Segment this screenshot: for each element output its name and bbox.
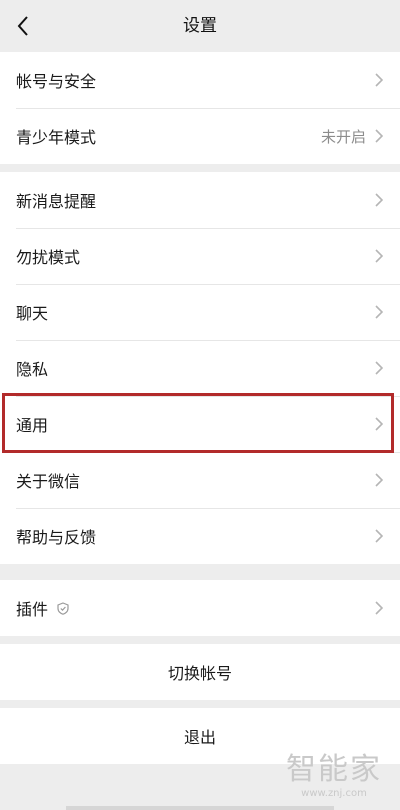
menu-item-label: 新消息提醒 [16,192,97,211]
plugins-group: 插件 [0,580,400,636]
chevron-right-icon [374,303,384,321]
menu-item-label: 插件 [16,600,49,619]
navigation-bar: 设置 [0,0,400,52]
menu-item-privacy[interactable]: 隐私 [0,340,400,396]
menu-item-label: 帮助与反馈 [16,528,97,547]
chevron-right-icon [374,527,384,545]
menu-item-new-message-notification[interactable]: 新消息提醒 [0,172,400,228]
watermark-url: www.znj.com [301,788,367,799]
menu-item-label: 帐号与安全 [16,72,97,91]
switch-account-label: 切换帐号 [167,664,232,683]
chevron-right-icon [374,599,384,617]
watermark-logo: 智能家 www.znj.com [278,752,390,800]
menu-item-account-security[interactable]: 帐号与安全 [0,52,400,108]
teen-mode-status: 未开启 [320,127,366,146]
menu-item-help-feedback[interactable]: 帮助与反馈 [0,508,400,564]
menu-item-label: 勿扰模式 [16,248,81,267]
page-title: 设置 [183,16,217,36]
chevron-right-icon [374,191,384,209]
menu-item-plugins[interactable]: 插件 [0,580,400,636]
settings-group: 新消息提醒 勿扰模式 聊天 隐私 通用 关于微信 帮助与反馈 [0,172,400,564]
menu-item-teen-mode[interactable]: 青少年模式 未开启 [0,108,400,164]
menu-item-about-wechat[interactable]: 关于微信 [0,452,400,508]
menu-item-chat[interactable]: 聊天 [0,284,400,340]
chevron-right-icon [374,415,384,433]
chevron-right-icon [374,71,384,89]
menu-item-label: 隐私 [16,360,49,379]
account-group: 帐号与安全 青少年模式 未开启 [0,52,400,164]
chevron-right-icon [374,471,384,489]
chevron-right-icon [374,127,384,145]
watermark-brand: 智能家 [286,752,382,787]
switch-account-button[interactable]: 切换帐号 [0,644,400,700]
menu-item-label: 青少年模式 [16,128,97,147]
menu-item-label: 聊天 [16,304,49,323]
logout-label: 退出 [183,728,216,747]
menu-item-general[interactable]: 通用 [0,396,400,452]
menu-item-label: 通用 [16,416,49,435]
menu-item-label: 关于微信 [16,472,81,491]
shield-icon [56,601,70,615]
menu-item-do-not-disturb[interactable]: 勿扰模式 [0,228,400,284]
chevron-right-icon [374,247,384,265]
chevron-right-icon [374,359,384,377]
home-indicator [66,806,334,810]
